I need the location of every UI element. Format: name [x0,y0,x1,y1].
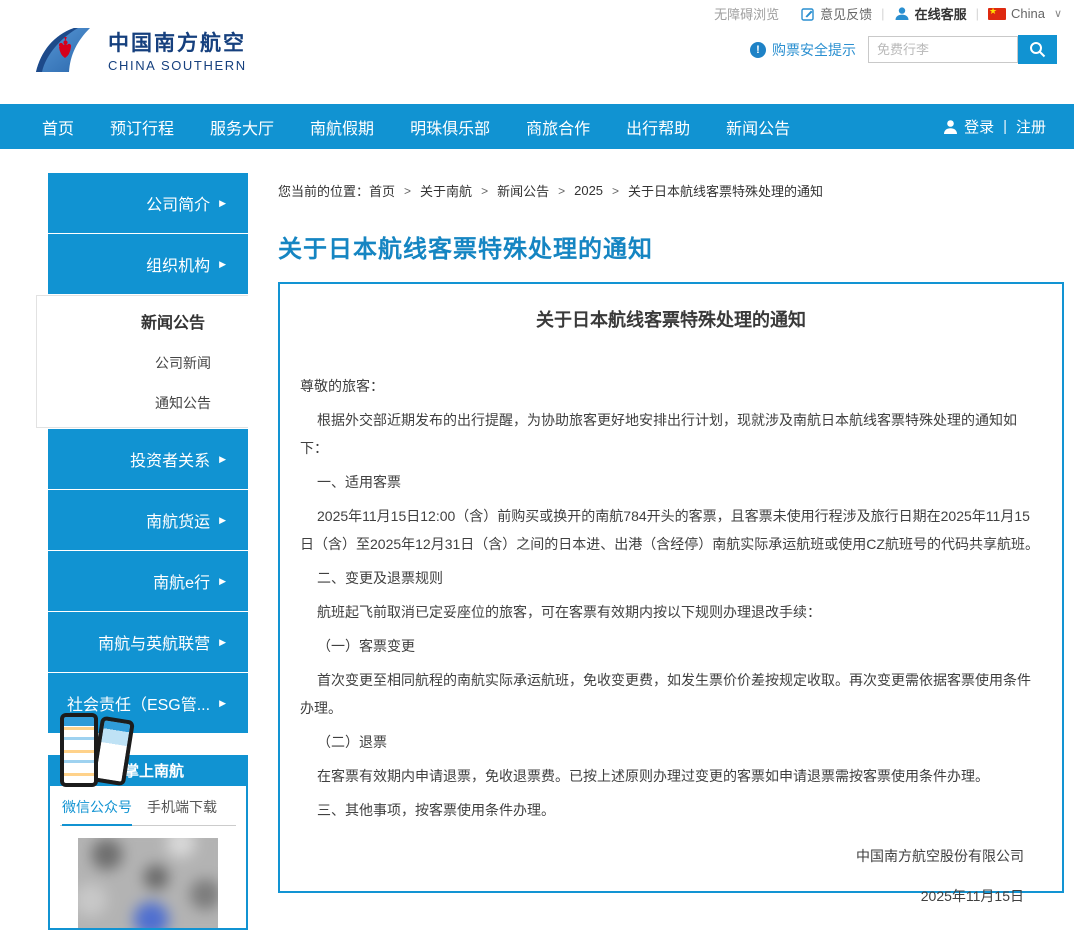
mobile-app-image [56,710,132,792]
feedback-link[interactable]: 意见反馈 [801,4,872,23]
region-selector[interactable]: ★ China ∨ [988,6,1062,21]
online-service-link[interactable]: 在线客服 [894,4,967,23]
notice-subsection-heading: （一）客票变更 [300,632,1042,660]
ticket-safety-tip-link[interactable]: ! 购票安全提示 [750,40,856,60]
sidebar-item-company-profile[interactable]: 公司简介 ▶ [48,173,248,233]
widget-tabs: 微信公众号 手机端下载 [60,786,236,826]
notice-section-heading: 二、变更及退票规则 [300,564,1042,592]
breadcrumb-year[interactable]: 2025 [574,183,603,198]
qr-code-image [78,838,218,928]
nav-item-corporate-travel[interactable]: 商旅合作 [526,115,590,139]
notice-paragraph: 在客票有效期内申请退票，免收退票费。已按上述原则办理过变更的客票如申请退票需按客… [300,762,1042,790]
register-link[interactable]: 注册 [1016,116,1046,137]
search-button[interactable] [1018,35,1057,64]
notice-paragraph: 2025年11月15日12:00（含）前购买或换开的南航784开头的客票，且客票… [300,502,1042,558]
sidebar-item-joint-business[interactable]: 南航与英航联营 ▶ [48,612,248,672]
breadcrumb-separator: > [404,184,411,198]
tailfin-logo-icon [34,27,100,73]
page-title: 关于日本航线客票特殊处理的通知 [278,229,653,264]
feedback-icon [801,7,815,21]
divider: | [1003,118,1007,135]
sidebar-subitem-company-news[interactable]: 公司新闻 [37,353,248,373]
login-link[interactable]: 登录 [964,116,994,137]
nav-item-booking[interactable]: 预订行程 [110,115,174,139]
flag-icon: ★ [988,8,1006,20]
logo-text: 中国南方航空 CHINA SOUTHERN [108,27,247,73]
breadcrumb-separator: > [481,184,488,198]
breadcrumb-news[interactable]: 新闻公告 [497,181,549,200]
alert-icon: ! [750,42,766,58]
search-input[interactable] [868,36,1018,63]
logo-english-name: CHINA SOUTHERN [108,58,247,73]
breadcrumb-about[interactable]: 关于南航 [420,181,472,200]
sidebar-subitem-notice-announcements[interactable]: 通知公告 [37,393,248,413]
accessibility-link[interactable]: 无障碍浏览 [714,4,779,23]
sidebar-item-cargo[interactable]: 南航货运 ▶ [48,490,248,550]
nav-item-home[interactable]: 首页 [42,115,74,139]
notice-date: 2025年11月15日 [300,882,1024,910]
notice-paragraph: 尊敬的旅客： [300,372,1042,400]
notice-paragraph: 三、其他事项，按客票使用条件办理。 [300,796,1042,824]
sidebar-item-organization[interactable]: 组织机构 ▶ [48,234,248,294]
breadcrumb-separator: > [612,184,619,198]
tab-mobile-download[interactable]: 手机端下载 [147,797,217,825]
arrow-right-icon: ▶ [219,454,226,465]
notice-signature-block: 中国南方航空股份有限公司 2025年11月15日 [300,842,1042,910]
arrow-right-icon: ▶ [219,259,226,270]
nav-item-sky-pearl-club[interactable]: 明珠俱乐部 [410,115,490,139]
arrow-right-icon: ▶ [219,637,226,648]
nav-item-news[interactable]: 新闻公告 [726,115,790,139]
sidebar-item-e-travel[interactable]: 南航e行 ▶ [48,551,248,611]
breadcrumb: 您当前的位置： 首页 > 关于南航 > 新闻公告 > 2025 > 关于日本航线… [278,181,823,200]
arrow-right-icon: ▶ [219,698,226,709]
nav-item-service-hall[interactable]: 服务大厅 [210,115,274,139]
search-icon [1029,41,1046,58]
sidebar-active-section: 新闻公告 公司新闻 通知公告 [36,295,248,428]
breadcrumb-prefix: 您当前的位置： [278,181,369,200]
company-signature: 中国南方航空股份有限公司 [300,842,1024,870]
header-search-area: ! 购票安全提示 [750,35,1057,64]
logo-chinese-name: 中国南方航空 [108,27,247,57]
breadcrumb-current: 关于日本航线客票特殊处理的通知 [628,181,823,200]
notice-paragraph: 根据外交部近期发布的出行提醒，为协助旅客更好地安排出行计划，现就涉及南航日本航线… [300,406,1042,462]
arrow-right-icon: ▶ [219,515,226,526]
notice-title: 关于日本航线客票特殊处理的通知 [300,306,1042,332]
notice-subsection-heading: （二）退票 [300,728,1042,756]
breadcrumb-separator: > [558,184,565,198]
arrow-right-icon: ▶ [219,576,226,587]
auth-area: 登录 | 注册 [943,104,1046,149]
sidebar-menu: 公司简介 ▶ 组织机构 ▶ 新闻公告 公司新闻 通知公告 投资者关系 ▶ 南航货… [48,173,248,734]
divider: | [881,6,884,21]
chevron-down-icon: ∨ [1054,7,1062,20]
notice-section-heading: 一、适用客票 [300,468,1042,496]
tab-wechat-official[interactable]: 微信公众号 [62,797,132,826]
airline-logo[interactable]: 中国南方航空 CHINA SOUTHERN [34,27,247,73]
nav-item-holidays[interactable]: 南航假期 [310,115,374,139]
notice-paragraph: 首次变更至相同航程的南航实际承运航班，免收变更费，如发生票价价差按规定收取。再次… [300,666,1042,722]
notice-content-box: 关于日本航线客票特殊处理的通知 尊敬的旅客： 根据外交部近期发布的出行提醒，为协… [278,282,1064,893]
user-icon [943,119,958,135]
nav-item-travel-help[interactable]: 出行帮助 [626,115,690,139]
main-nav: 首页 预订行程 服务大厅 南航假期 明珠俱乐部 商旅合作 出行帮助 新闻公告 登… [0,104,1074,149]
divider: | [976,6,979,21]
breadcrumb-home[interactable]: 首页 [369,181,395,200]
top-utility-bar: 无障碍浏览 意见反馈 | 在线客服 | ★ China ∨ [714,0,1062,27]
arrow-right-icon: ▶ [219,198,226,209]
online-service-icon [894,6,910,21]
sidebar-item-investor-relations[interactable]: 投资者关系 ▶ [48,429,248,489]
notice-paragraph: 航班起飞前取消已定妥座位的旅客，可在客票有效期内按以下规则办理退改手续： [300,598,1042,626]
sidebar-item-news-announcements[interactable]: 新闻公告 [37,309,248,333]
